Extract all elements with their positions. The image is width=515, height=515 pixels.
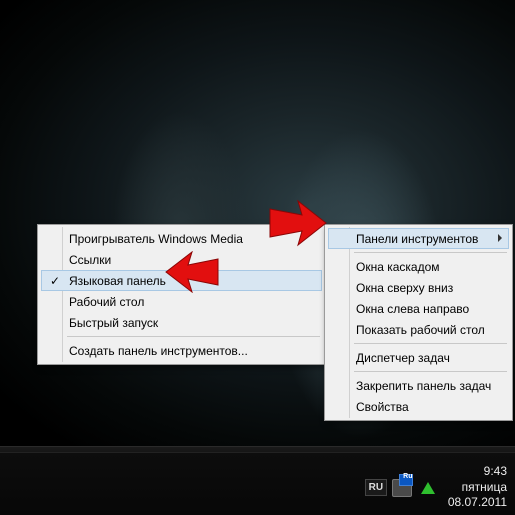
submenu-item-label: Ссылки [69, 253, 111, 267]
submenu-item-label: Языковая панель [69, 274, 166, 288]
submenu-item-quicklaunch[interactable]: Быстрый запуск [41, 312, 322, 333]
checkmark-icon: ✓ [50, 274, 60, 288]
submenu-item-new-toolbar[interactable]: Создать панель инструментов... [41, 340, 322, 361]
menu-item-label: Панели инструментов [356, 232, 478, 246]
system-tray: RU Ru 9:43 пятница 08.07.2011 [366, 464, 509, 511]
menu-item-stack-h[interactable]: Окна слева направо [328, 298, 509, 319]
clock-date: 08.07.2011 [448, 495, 507, 511]
taskbar[interactable]: RU Ru 9:43 пятница 08.07.2011 [0, 452, 515, 515]
language-indicator[interactable]: RU [366, 478, 386, 498]
menu-item-stack-v[interactable]: Окна сверху вниз [328, 277, 509, 298]
submenu-item-label: Быстрый запуск [69, 316, 158, 330]
menu-item-task-manager[interactable]: Диспетчер задач [328, 347, 509, 368]
submenu-item-language-bar[interactable]: ✓ Языковая панель [41, 270, 322, 291]
menu-item-cascade[interactable]: Окна каскадом [328, 256, 509, 277]
taskbar-context-menu: Панели инструментов Окна каскадом Окна с… [324, 224, 513, 421]
menu-item-label: Диспетчер задач [356, 351, 450, 365]
submenu-item-wmp[interactable]: Проигрыватель Windows Media [41, 228, 322, 249]
menu-item-properties[interactable]: Свойства [328, 396, 509, 417]
menu-item-label: Показать рабочий стол [356, 323, 485, 337]
submenu-item-links[interactable]: Ссылки [41, 249, 322, 270]
menu-item-show-desktop[interactable]: Показать рабочий стол [328, 319, 509, 340]
submenu-item-desktop[interactable]: Рабочий стол [41, 291, 322, 312]
menu-separator [354, 343, 507, 344]
clock-day: пятница [462, 480, 507, 496]
menu-item-label: Свойства [356, 400, 409, 414]
menu-separator [67, 336, 320, 337]
menu-item-lock-taskbar[interactable]: Закрепить панель задач [328, 375, 509, 396]
menu-item-label: Окна каскадом [356, 260, 440, 274]
toolbars-submenu: Проигрыватель Windows Media Ссылки ✓ Язы… [37, 224, 326, 365]
submenu-arrow-icon [498, 234, 502, 242]
menu-item-label: Закрепить панель задач [356, 379, 491, 393]
submenu-item-label: Рабочий стол [69, 295, 144, 309]
menu-item-label: Окна сверху вниз [356, 281, 453, 295]
submenu-item-label: Создать панель инструментов... [69, 344, 248, 358]
menu-separator [354, 252, 507, 253]
keyboard-layout-badge: Ru [402, 472, 414, 482]
menu-item-toolbars[interactable]: Панели инструментов [328, 228, 509, 249]
menu-separator [354, 371, 507, 372]
menu-item-label: Окна слева направо [356, 302, 469, 316]
keyboard-layout-icon[interactable]: Ru [392, 478, 412, 498]
clock-time: 9:43 [448, 464, 507, 480]
tray-status-icon[interactable] [418, 478, 438, 498]
system-clock[interactable]: 9:43 пятница 08.07.2011 [448, 464, 507, 511]
language-indicator-label: RU [365, 479, 387, 496]
submenu-item-label: Проигрыватель Windows Media [69, 232, 243, 246]
